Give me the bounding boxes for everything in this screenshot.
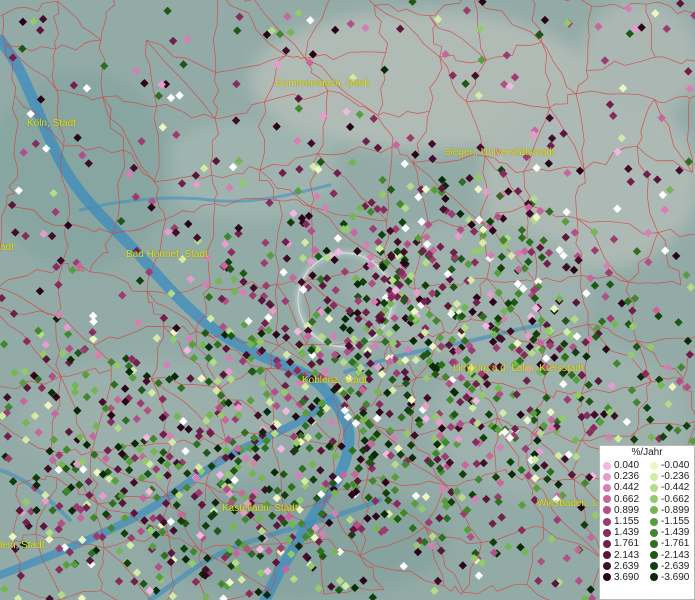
city-label-kastellaun: Kastellaun, Stadt — [222, 503, 298, 514]
legend-swatch — [650, 517, 658, 526]
legend-swatch — [650, 506, 658, 515]
legend-entry-negative: -2.639 — [647, 561, 694, 572]
legend-label: -1.761 — [661, 538, 690, 550]
legend-entry-negative: -0.662 — [647, 494, 694, 505]
legend-swatch — [650, 483, 658, 492]
legend-entry-positive: 0.442 — [600, 482, 647, 493]
legend-row: 0.662 -0.662 — [600, 494, 694, 505]
legend-swatch — [650, 495, 658, 504]
legend-entry-negative: -0.899 — [647, 505, 694, 516]
legend-title: %/Jahr — [631, 447, 663, 458]
city-label-bottom-left: lein, Stadt — [0, 540, 45, 551]
legend-row: 0.040 -0.040 — [600, 460, 694, 471]
legend-row: 2.143 -2.143 — [600, 550, 694, 561]
legend-entry-positive: 2.143 — [600, 550, 647, 561]
legend-label: -1.155 — [661, 515, 690, 527]
legend-label: -0.040 — [661, 460, 690, 471]
legend-entry-positive: 0.899 — [600, 505, 647, 516]
legend-row: 0.442 -0.442 — [600, 482, 694, 493]
legend-entry-negative: -2.143 — [647, 550, 694, 561]
city-label-gummersbach: Gummersbach, Stadt — [275, 78, 370, 89]
legend-entry-positive: 1.439 — [600, 527, 647, 538]
legend-entry-negative: -0.236 — [647, 471, 694, 482]
legend-swatch — [650, 461, 658, 470]
legend-label: 0.040 — [614, 460, 640, 471]
legend-row: 1.761 -1.761 — [600, 538, 694, 549]
legend-swatch — [603, 528, 611, 537]
legend-label: 1.761 — [614, 538, 640, 550]
legend-entry-negative: -0.442 — [647, 482, 694, 493]
legend-entry-negative: -3.690 — [647, 572, 694, 583]
legend-label: 0.662 — [614, 493, 640, 505]
legend-swatch — [603, 495, 611, 504]
legend-row: 2.639 -2.639 — [600, 561, 694, 572]
legend-swatch — [603, 472, 611, 481]
legend-swatch — [650, 562, 658, 571]
legend-entry-negative: -1.439 — [647, 527, 694, 538]
legend-swatch — [650, 528, 658, 537]
legend-label: -3.690 — [661, 571, 690, 583]
city-label-koeln: Köln, Stadt — [27, 118, 76, 129]
legend-swatch — [603, 573, 611, 582]
legend-swatch — [603, 483, 611, 492]
legend-swatch — [603, 539, 611, 548]
legend-entry-positive: 1.761 — [600, 538, 647, 549]
legend-label: 2.639 — [614, 560, 640, 572]
legend-entry-positive: 0.662 — [600, 494, 647, 505]
city-label-koblenz: Koblenz, Stadt — [302, 375, 368, 386]
legend-label: 3.690 — [614, 571, 640, 583]
legend-swatch — [603, 461, 611, 470]
legend-swatch — [650, 573, 658, 582]
legend-label: 1.155 — [614, 515, 640, 527]
legend-entry-positive: 1.155 — [600, 516, 647, 527]
legend-label: 0.899 — [614, 504, 640, 516]
legend-entry-positive: 0.040 — [600, 460, 647, 471]
legend-entry-negative: -1.155 — [647, 516, 694, 527]
legend-entry-positive: 0.236 — [600, 471, 647, 482]
legend-label: -1.439 — [661, 527, 690, 539]
legend-swatch — [603, 517, 611, 526]
legend-label: 1.439 — [614, 527, 640, 539]
legend-label: -0.899 — [661, 504, 690, 516]
legend-label: 0.236 — [614, 471, 640, 483]
city-label-wiesbaden: Wiesbaden, L — [537, 498, 599, 509]
legend-entry-negative: -1.761 — [647, 538, 694, 549]
legend-row: 3.690 -3.690 — [600, 572, 694, 583]
city-label-bad-honnef: Bad Honnef, Stadt — [126, 249, 208, 260]
legend-entry-negative: -0.040 — [647, 460, 694, 471]
legend-row: 0.899 -0.899 — [600, 505, 694, 516]
legend-swatch — [603, 551, 611, 560]
legend-swatch — [650, 551, 658, 560]
legend-row: 1.439 -1.439 — [600, 527, 694, 538]
legend-rows: 0.040 -0.040 0.236 -0.236 0.442 -0.442 0.662 -0… — [600, 460, 694, 583]
map-legend: %/Jahr 0.040 -0.040 0.236 -0.236 0.442 -0.442… — [599, 445, 695, 600]
legend-row: 1.155 -1.155 — [600, 516, 694, 527]
legend-swatch — [650, 472, 658, 481]
city-label-siegen: Siegen, Universitätsstadt — [444, 147, 555, 158]
legend-label: 0.442 — [614, 482, 640, 494]
legend-label: -2.143 — [661, 549, 690, 561]
legend-swatch — [603, 562, 611, 571]
legend-label: -0.442 — [661, 482, 690, 494]
legend-entry-positive: 2.639 — [600, 561, 647, 572]
legend-label: -2.639 — [661, 560, 690, 572]
city-label-edge-left: adt — [0, 242, 14, 253]
city-label-limburg: Limburg a.d. Lahn, Kreisstadt — [453, 363, 584, 374]
legend-entry-positive: 3.690 — [600, 572, 647, 583]
legend-label: -0.662 — [661, 493, 690, 505]
legend-label: -0.236 — [661, 471, 690, 483]
legend-swatch — [603, 506, 611, 515]
legend-row: 0.236 -0.236 — [600, 471, 694, 482]
legend-label: 2.143 — [614, 549, 640, 561]
legend-swatch — [650, 539, 658, 548]
map-view[interactable]: Gummersbach, Stadt Köln, Stadt Siegen, U… — [0, 0, 695, 600]
terrain-basemap — [0, 0, 695, 600]
